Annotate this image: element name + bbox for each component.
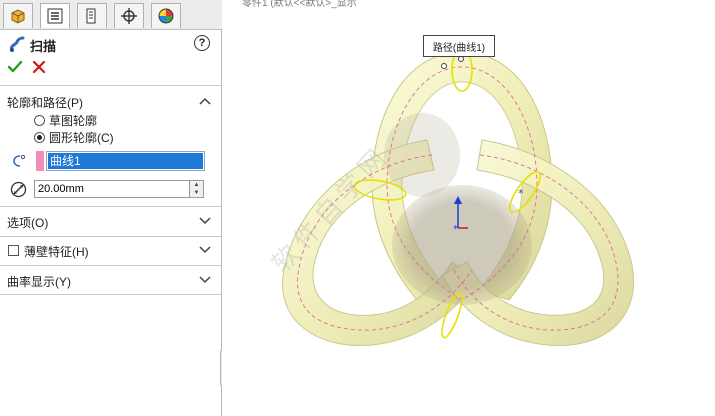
radio-circular-profile[interactable]: 圆形轮廓(C): [34, 129, 114, 146]
profile-path-header[interactable]: 轮廓和路径(P): [7, 94, 83, 111]
path-selection-box[interactable]: 曲线1: [46, 151, 205, 171]
spin-up-icon[interactable]: ▲: [190, 181, 203, 189]
tab-dimxpert-manager[interactable]: [114, 3, 144, 28]
radio-button[interactable]: [34, 132, 45, 143]
trefoil-knot-model[interactable]: * *: [222, 0, 715, 416]
callout-anchor: [441, 63, 447, 69]
diameter-spinner[interactable]: ▲ ▼: [189, 180, 204, 198]
radio-label: 圆形轮廓(C): [49, 131, 114, 145]
divider: [0, 294, 222, 295]
tab-feature-manager[interactable]: [3, 3, 33, 28]
feature-tree-icon: [11, 9, 25, 24]
chevron-down-icon[interactable]: [199, 217, 211, 225]
spin-down-icon[interactable]: ▼: [190, 189, 203, 197]
path-icon: [13, 154, 26, 167]
tab-display-manager[interactable]: [151, 3, 181, 28]
sweep-icon: [10, 36, 25, 52]
tab-configuration-manager[interactable]: [77, 3, 107, 28]
path-selected-item[interactable]: 曲线1: [48, 153, 203, 169]
chevron-up-icon[interactable]: [199, 97, 211, 105]
radio-sketch-profile[interactable]: 草图轮廓: [34, 112, 97, 129]
divider: [0, 85, 222, 86]
path-color-swatch: [36, 151, 44, 171]
chevron-down-icon[interactable]: [199, 276, 211, 284]
crosshair-icon: [121, 8, 137, 24]
path-callout-label[interactable]: 路径(曲线1): [423, 35, 495, 57]
diameter-icon: [10, 181, 27, 198]
graphics-area[interactable]: 零件1 (默认<<默认>_显示 * * 路径(曲线1) 软件自学网: [222, 0, 715, 416]
feature-title: 扫描: [30, 39, 57, 54]
property-manager-panel: 扫描 ? 轮廓和路径(P) 草图轮廓 圆形轮廓(C) 曲线1 20.00mm ▲…: [0, 0, 222, 416]
divider: [0, 206, 222, 207]
options-header[interactable]: 选项(O): [7, 214, 48, 231]
svg-text:*: *: [518, 187, 524, 200]
color-wheel-icon: [158, 8, 174, 24]
ok-button[interactable]: [6, 58, 24, 76]
manager-tab-bar: [0, 0, 222, 30]
feature-header: 扫描 ?: [0, 32, 222, 56]
triad-origin-icon: *: [453, 224, 458, 235]
help-icon[interactable]: ?: [194, 35, 210, 51]
divider: [0, 265, 222, 266]
cancel-button[interactable]: [30, 58, 48, 76]
radio-button[interactable]: [34, 115, 45, 126]
callout-anchor: [458, 56, 464, 62]
configuration-icon: [86, 8, 96, 24]
curvature-display-header[interactable]: 曲率显示(Y): [7, 273, 71, 290]
chevron-down-icon[interactable]: [199, 246, 211, 254]
thin-feature-checkbox[interactable]: [8, 245, 19, 256]
thin-feature-header[interactable]: 薄壁特征(H): [24, 243, 89, 260]
radio-label: 草图轮廓: [49, 114, 98, 128]
divider: [0, 236, 222, 237]
diameter-input[interactable]: [34, 180, 193, 198]
property-list-icon: [47, 8, 63, 24]
tab-property-manager[interactable]: [40, 3, 70, 28]
